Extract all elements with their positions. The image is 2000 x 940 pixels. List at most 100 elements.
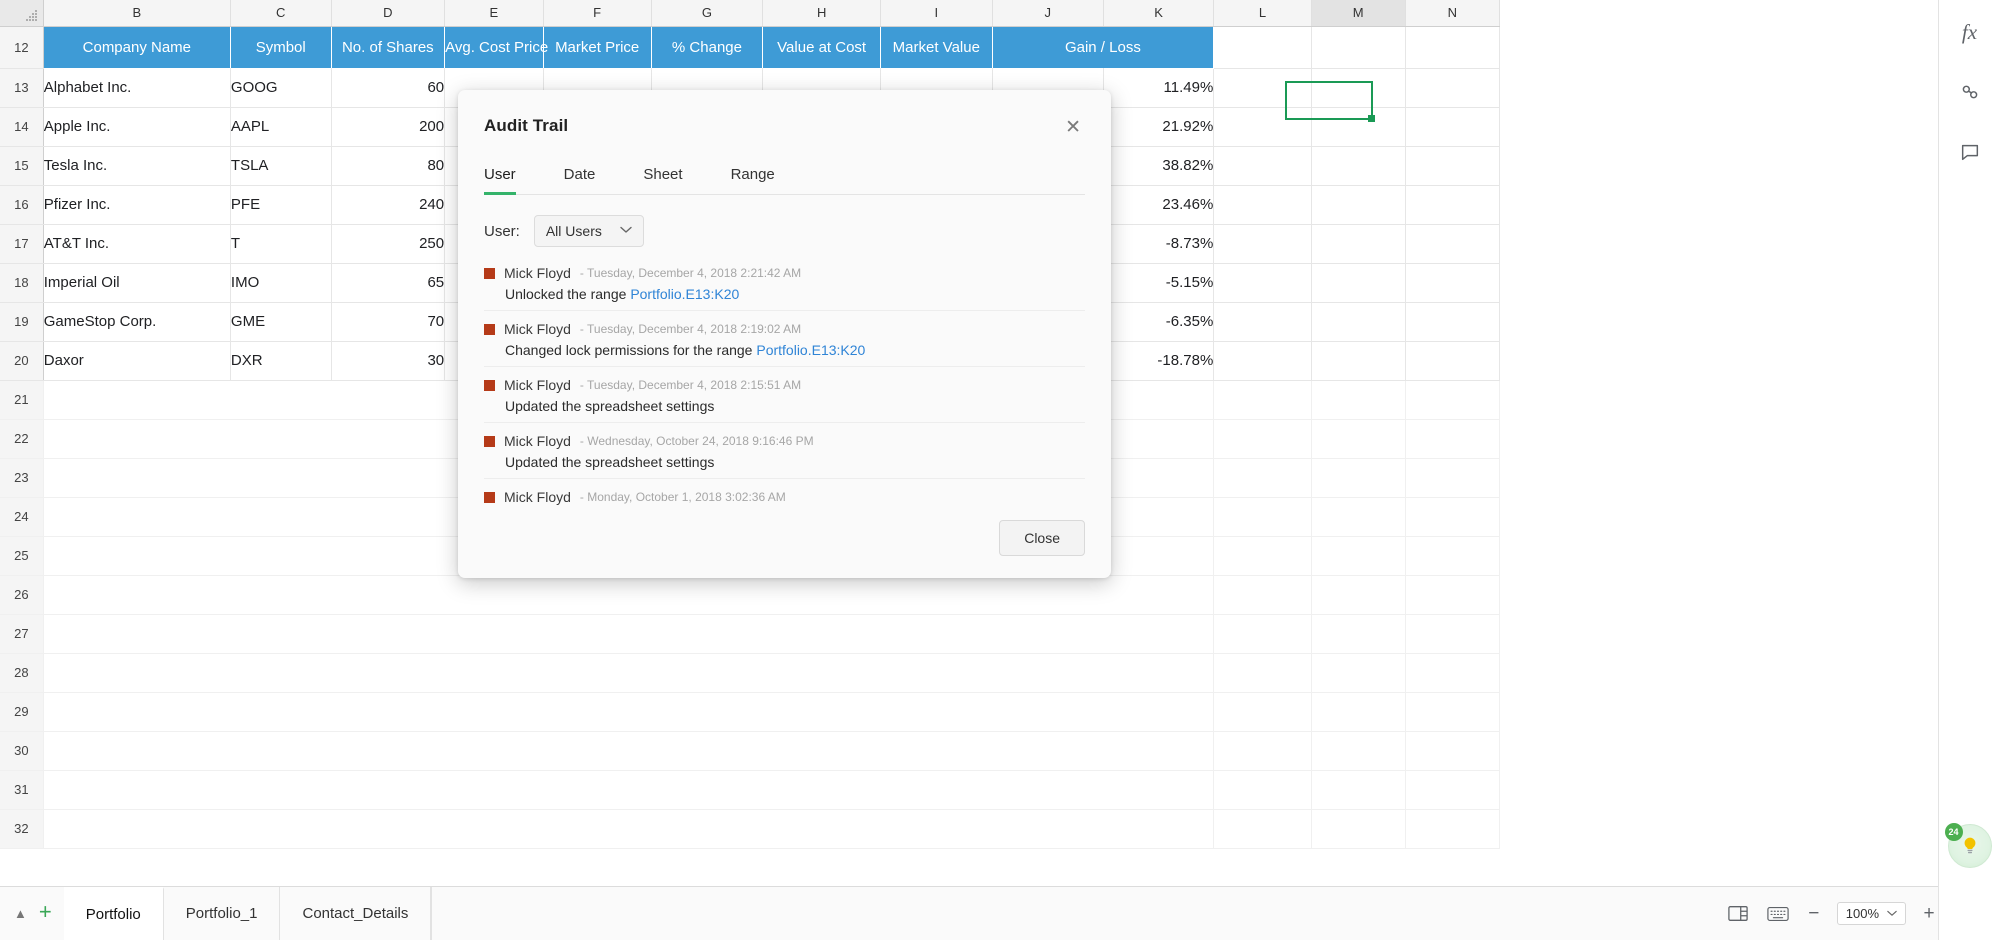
formula-fx-icon[interactable]: fx [1950,12,1990,52]
list-item[interactable]: Mick Floyd - Wednesday, October 24, 2018… [484,423,1085,479]
col-header-E[interactable]: E [444,0,544,27]
zoom-in-button[interactable]: + [1920,903,1938,925]
cell-N[interactable] [1405,185,1501,225]
col-header-I[interactable]: I [880,0,993,27]
zoom-out-button[interactable]: − [1805,903,1823,925]
cell-N[interactable] [1405,536,1501,576]
cell-L[interactable] [1213,185,1312,225]
sheet-tab-contact-details[interactable]: Contact_Details [280,886,432,940]
cell-L[interactable] [1213,458,1312,498]
cell-N[interactable] [1405,302,1501,342]
cell-shares[interactable]: 70 [331,302,446,342]
cell-gain-pct[interactable]: 11.49% [1103,68,1215,108]
row-header[interactable]: 18 [0,263,44,303]
cell-M[interactable] [1311,770,1406,810]
cell-gain-pct[interactable]: -18.78% [1103,341,1215,381]
cell-N[interactable] [1405,497,1501,537]
cell-M[interactable] [1311,536,1406,576]
empty-row[interactable]: 28 [0,653,1501,693]
row-header[interactable]: 19 [0,302,44,342]
comment-icon[interactable] [1950,132,1990,172]
tab-range[interactable]: Range [731,162,775,195]
cell-N[interactable] [1405,68,1501,108]
row-header[interactable]: 28 [0,653,44,693]
cell-N[interactable] [1405,575,1501,615]
cell-M[interactable] [1311,614,1406,654]
cell-gain-pct[interactable]: 38.82% [1103,146,1215,186]
cell-N12[interactable] [1405,26,1501,69]
cell-shares[interactable]: 250 [331,224,446,264]
cell-N[interactable] [1405,107,1501,147]
cell-company[interactable]: Tesla Inc. [43,146,231,186]
select-all-corner[interactable] [0,0,44,27]
cell-company[interactable]: Imperial Oil [43,263,231,303]
cell-L[interactable] [1213,146,1312,186]
cell-M[interactable] [1311,575,1406,615]
sheet-tab-portfolio-1[interactable]: Portfolio_1 [163,886,281,940]
cell-L[interactable] [1213,302,1312,342]
zoom-level-select[interactable]: 100% [1836,902,1906,925]
cell-N[interactable] [1405,458,1501,498]
record-macro-icon[interactable] [1950,72,1990,112]
cell-N[interactable] [1405,770,1501,810]
cell-company[interactable]: AT&T Inc. [43,224,231,264]
empty-cells[interactable] [43,692,1215,732]
col-header-K[interactable]: K [1103,0,1215,27]
cell-L[interactable] [1213,536,1312,576]
col-header-G[interactable]: G [651,0,764,27]
empty-row[interactable]: 32 [0,809,1501,849]
cell-M[interactable] [1311,380,1406,420]
list-item[interactable]: Mick Floyd - Tuesday, December 4, 2018 2… [484,367,1085,423]
cell-symbol[interactable]: TSLA [230,146,332,186]
cell-M[interactable] [1311,692,1406,732]
cell-gain-pct[interactable]: 21.92% [1103,107,1215,147]
cell-company[interactable]: Apple Inc. [43,107,231,147]
cell-M[interactable] [1311,224,1406,264]
col-header-H[interactable]: H [762,0,882,27]
cell-symbol[interactable]: T [230,224,332,264]
cell-gain-pct[interactable]: 23.46% [1103,185,1215,225]
user-filter-select[interactable]: All Users [533,215,644,247]
row-header[interactable]: 23 [0,458,44,498]
cell-N[interactable] [1405,614,1501,654]
entry-range-link[interactable]: Portfolio.E13:K20 [630,286,739,302]
cell-company[interactable]: Pfizer Inc. [43,185,231,225]
cell-M[interactable] [1311,497,1406,537]
cell-N[interactable] [1405,263,1501,303]
row-header[interactable]: 14 [0,107,44,147]
cell-N[interactable] [1405,731,1501,771]
cell-L[interactable] [1213,770,1312,810]
entry-range-link[interactable]: Portfolio.E13:K20 [756,342,865,358]
col-header-F[interactable]: F [543,0,652,27]
col-header-L[interactable]: L [1213,0,1312,27]
cell-L[interactable] [1213,224,1312,264]
cell-symbol[interactable]: GOOG [230,68,332,108]
cell-M[interactable] [1311,731,1406,771]
lightbulb-icon[interactable]: 24 [1944,823,1992,868]
empty-row[interactable]: 31 [0,770,1501,810]
row-header[interactable]: 29 [0,692,44,732]
row-header-12[interactable]: 12 [0,26,44,69]
cell-M[interactable] [1311,263,1406,303]
cell-N[interactable] [1405,419,1501,459]
close-icon[interactable]: ✕ [1061,116,1085,139]
col-header-N[interactable]: N [1405,0,1501,27]
cell-shares[interactable]: 200 [331,107,446,147]
row-header[interactable]: 25 [0,536,44,576]
row-header[interactable]: 27 [0,614,44,654]
cell-L[interactable] [1213,380,1312,420]
cell-selection-box[interactable] [1285,81,1375,122]
cell-symbol[interactable]: GME [230,302,332,342]
cell-symbol[interactable]: IMO [230,263,332,303]
cell-symbol[interactable]: DXR [230,341,332,381]
fill-handle[interactable] [1368,115,1375,122]
tab-date[interactable]: Date [564,162,596,195]
cell-N[interactable] [1405,809,1501,849]
cell-L[interactable] [1213,497,1312,537]
cell-M[interactable] [1311,185,1406,225]
cell-symbol[interactable]: AAPL [230,107,332,147]
cell-gain-pct[interactable]: -8.73% [1103,224,1215,264]
keyboard-icon[interactable] [1765,901,1791,927]
cell-M[interactable] [1311,146,1406,186]
cell-L[interactable] [1213,341,1312,381]
